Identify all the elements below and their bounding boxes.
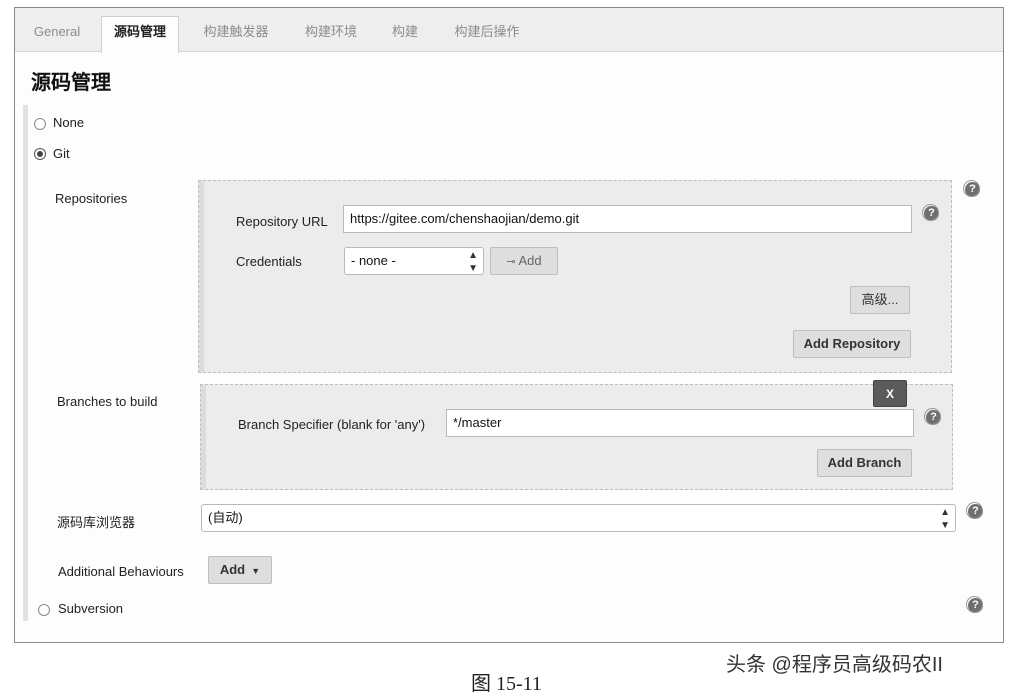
select-arrows-icon: ▲ ▼: [468, 250, 478, 274]
repositories-help-icon[interactable]: ?: [963, 180, 980, 197]
credentials-label-text: Credentials: [236, 254, 302, 269]
tab-post-build[interactable]: 构建后操作: [441, 18, 533, 52]
repository-url-help-icon[interactable]: ?: [922, 204, 939, 221]
section-indent-bar: [23, 105, 28, 621]
add-credentials-label: Add: [518, 253, 542, 268]
radio-subversion-label: Subversion: [58, 601, 124, 616]
tab-scm[interactable]: 源码管理: [101, 16, 179, 53]
repository-url-label: Repository URL: [236, 214, 328, 229]
branch-specifier-input[interactable]: */master: [446, 409, 914, 437]
radio-subversion[interactable]: [38, 604, 50, 616]
subversion-help-icon[interactable]: ?: [966, 596, 983, 613]
figure-caption: 图 15-11: [471, 673, 542, 695]
tab-build-environment[interactable]: 构建环境: [293, 18, 369, 52]
radio-git-label: Git: [53, 146, 70, 161]
add-behaviour-label: Add: [219, 562, 246, 577]
section-title: 源码管理: [31, 72, 111, 94]
radio-none-label: None: [53, 115, 85, 130]
branch-specifier-help-icon[interactable]: ?: [924, 408, 941, 425]
repo-browser-label: 源码库浏览器: [57, 515, 136, 530]
tab-general[interactable]: General: [21, 18, 93, 52]
repo-browser-value: (自动): [208, 510, 243, 525]
tab-bar: General 源码管理 构建触发器 构建环境 构建 构建后操作: [15, 8, 1003, 53]
credentials-select[interactable]: - none - ▲ ▼: [344, 247, 484, 275]
repo-browser-select[interactable]: (自动) ▲ ▼: [201, 504, 956, 532]
credentials-select-value: - none -: [351, 253, 396, 268]
tab-build-triggers[interactable]: 构建触发器: [191, 18, 281, 52]
additional-behaviours-label: Additional Behaviours: [58, 564, 184, 579]
add-repository-button[interactable]: Add Repository: [793, 330, 911, 358]
repository-url-input[interactable]: https://gitee.com/chenshaojian/demo.git: [343, 205, 912, 233]
radio-none[interactable]: [34, 118, 46, 130]
add-credentials-button[interactable]: ⊸ Add: [490, 247, 558, 275]
delete-branch-button[interactable]: X: [873, 380, 907, 407]
select-arrows-icon: ▲ ▼: [940, 507, 950, 531]
repositories-label: Repositories: [55, 191, 128, 206]
jenkins-config-window: General 源码管理 构建触发器 构建环境 构建 构建后操作 源码管理 No…: [14, 7, 1004, 643]
branch-specifier-label: Branch Specifier (blank for 'any'): [238, 417, 426, 432]
key-icon: ⊸: [506, 256, 516, 268]
add-branch-button[interactable]: Add Branch: [817, 449, 912, 477]
branches-label: Branches to build: [57, 394, 158, 409]
radio-git[interactable]: [34, 148, 46, 160]
add-behaviour-button[interactable]: Add ▼: [208, 556, 272, 584]
repo-browser-help-icon[interactable]: ?: [966, 502, 983, 519]
dropdown-caret-icon: ▼: [248, 566, 261, 576]
tab-build[interactable]: 构建: [381, 18, 429, 52]
watermark: 头条 @程序员高级码农II: [726, 654, 943, 676]
advanced-button[interactable]: 高级...: [850, 286, 910, 314]
